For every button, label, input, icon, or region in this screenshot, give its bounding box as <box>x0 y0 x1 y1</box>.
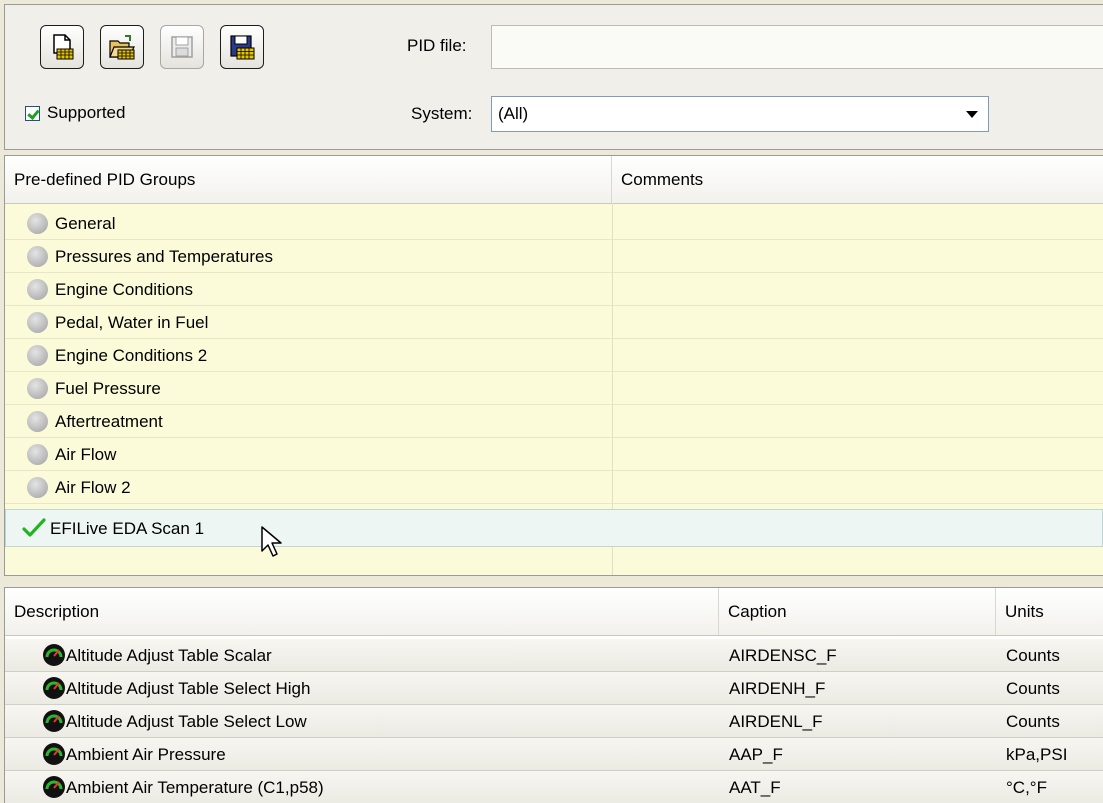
pid-description: Altitude Adjust Table Select Low <box>66 712 307 731</box>
toolbar-panel: Supported PID file: System: (All) <box>4 4 1103 150</box>
save-button[interactable] <box>160 25 204 69</box>
pid-units: Counts <box>1006 712 1060 731</box>
pid-row[interactable]: Altitude Adjust Table Select Low AIRDENL… <box>5 705 1103 738</box>
supported-checkbox[interactable] <box>25 105 40 121</box>
gauge-icon <box>43 710 65 732</box>
group-row[interactable]: Air Flow 2 <box>5 471 1103 504</box>
pid-list-header: Description Caption Units <box>5 588 1103 636</box>
pid-row[interactable]: Altitude Adjust Table Select High AIRDEN… <box>5 672 1103 705</box>
pid-row[interactable]: Altitude Adjust Table Scalar AIRDENSC_F … <box>5 639 1103 672</box>
column-header-units[interactable]: Units <box>996 588 1103 635</box>
system-label: System: <box>411 104 473 123</box>
save-as-disk-icon <box>230 35 255 60</box>
group-unchecked-icon <box>27 246 48 267</box>
pid-row[interactable]: Ambient Air Pressure AAP_F kPa,PSI <box>5 738 1103 771</box>
group-unchecked-icon <box>27 312 48 333</box>
pid-list-grid: Description Caption Units Altitude Adjus… <box>4 587 1103 803</box>
group-unchecked-icon <box>27 378 48 399</box>
pid-description: Altitude Adjust Table Scalar <box>66 646 272 665</box>
pid-caption: AAT_F <box>729 778 781 797</box>
group-row[interactable]: Engine Conditions <box>5 273 1103 306</box>
group-unchecked-icon <box>27 213 48 234</box>
gauge-icon <box>43 776 65 798</box>
group-row[interactable]: Fuel Pressure <box>5 372 1103 405</box>
group-unchecked-icon <box>27 345 48 366</box>
mouse-cursor-icon <box>261 526 282 557</box>
column-header-description[interactable]: Description <box>5 588 719 635</box>
pid-units: °C,°F <box>1006 778 1047 797</box>
group-row[interactable]: Air Flow <box>5 438 1103 471</box>
pid-caption: AIRDENL_F <box>729 712 823 731</box>
group-row[interactable]: Engine Conditions 2 <box>5 339 1103 372</box>
pid-caption: AIRDENH_F <box>729 679 826 698</box>
pid-file-field[interactable] <box>491 25 1103 69</box>
new-file-button[interactable] <box>40 25 84 69</box>
pid-description: Ambient Air Temperature (C1,p58) <box>66 778 324 797</box>
group-name: Engine Conditions <box>55 280 193 299</box>
pid-units: Counts <box>1006 679 1060 698</box>
group-name: Air Flow <box>55 445 117 464</box>
pid-groups-grid: Pre-defined PID Groups Comments General … <box>4 155 1103 576</box>
save-disk-icon <box>171 36 193 58</box>
pid-caption: AAP_F <box>729 745 783 764</box>
group-name: Aftertreatment <box>55 412 163 431</box>
group-name: EFILive EDA Scan 1 <box>50 519 205 538</box>
group-row[interactable]: General <box>5 207 1103 240</box>
check-mark-icon <box>22 518 46 537</box>
group-name: Engine Conditions 2 <box>55 346 208 365</box>
pid-description: Ambient Air Pressure <box>66 745 226 764</box>
supported-checkbox-group[interactable]: Supported <box>25 103 125 123</box>
new-file-icon <box>53 34 74 60</box>
gauge-icon <box>43 644 65 666</box>
pid-file-label: PID file: <box>407 36 467 55</box>
group-name: Fuel Pressure <box>55 379 161 398</box>
pid-units: Counts <box>1006 646 1060 665</box>
group-row[interactable]: Aftertreatment <box>5 405 1103 438</box>
group-name: General <box>55 214 116 233</box>
group-row[interactable]: Pedal, Water in Fuel <box>5 306 1103 339</box>
column-header-caption[interactable]: Caption <box>719 588 996 635</box>
pid-description: Altitude Adjust Table Select High <box>66 679 311 698</box>
chevron-down-icon[interactable] <box>966 111 978 118</box>
system-select-value: (All) <box>498 104 529 123</box>
group-unchecked-icon <box>27 477 48 498</box>
open-file-button[interactable] <box>100 25 144 69</box>
group-name: Air Flow 2 <box>55 478 131 497</box>
pid-caption: AIRDENSC_F <box>729 646 837 665</box>
group-row-selected[interactable]: EFILive EDA Scan 1 <box>5 509 1103 557</box>
group-unchecked-icon <box>27 444 48 465</box>
group-unchecked-icon <box>27 279 48 300</box>
group-name: Pressures and Temperatures <box>55 247 273 266</box>
pid-row[interactable]: Ambient Air Temperature (C1,p58) AAT_F °… <box>5 771 1103 803</box>
column-header-groups[interactable]: Pre-defined PID Groups <box>5 156 612 203</box>
supported-label: Supported <box>47 103 126 122</box>
gauge-icon <box>43 743 65 765</box>
open-folder-icon <box>109 35 135 60</box>
system-select[interactable]: (All) <box>491 96 989 132</box>
save-as-button[interactable] <box>220 25 264 69</box>
group-name: Pedal, Water in Fuel <box>55 313 209 332</box>
group-unchecked-icon <box>27 411 48 432</box>
pid-units: kPa,PSI <box>1006 745 1068 764</box>
column-header-comments[interactable]: Comments <box>612 156 1103 203</box>
gauge-icon <box>43 677 65 699</box>
pid-groups-header: Pre-defined PID Groups Comments <box>5 156 1103 204</box>
group-row[interactable]: Pressures and Temperatures <box>5 240 1103 273</box>
